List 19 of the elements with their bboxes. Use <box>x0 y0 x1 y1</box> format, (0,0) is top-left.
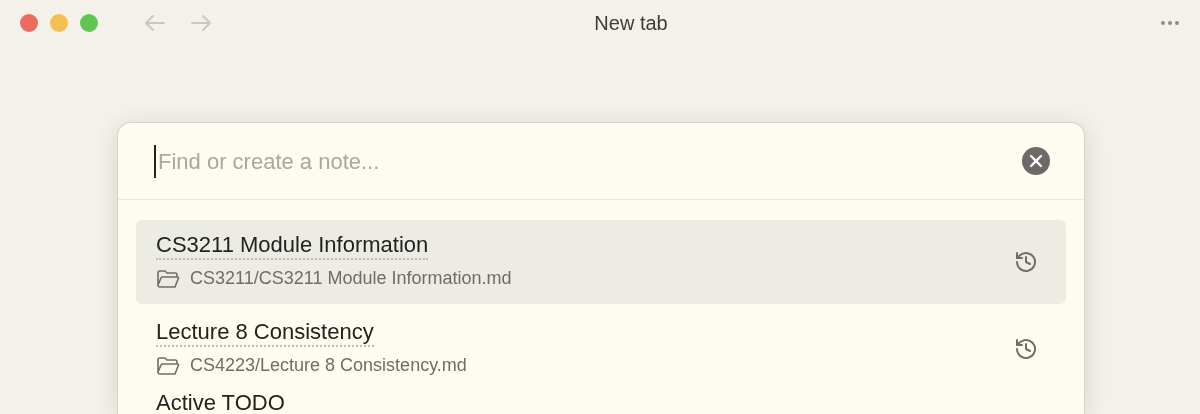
note-title: CS3211 Module Information <box>156 232 429 260</box>
more-options-icon[interactable] <box>1160 19 1180 26</box>
note-title: Lecture 8 Consistency <box>156 319 374 347</box>
minimize-window-button[interactable] <box>50 13 68 32</box>
history-icon[interactable] <box>1014 250 1038 274</box>
search-result-item[interactable]: CS3211 Module Information CS3211/CS3211 Module Information.md <box>136 220 1066 304</box>
clear-search-icon[interactable] <box>1022 147 1050 175</box>
forward-arrow-icon[interactable] <box>190 13 212 32</box>
close-window-button[interactable] <box>20 13 38 32</box>
folder-icon <box>156 268 180 289</box>
history-icon[interactable] <box>1014 337 1038 361</box>
search-field[interactable]: Find or create a note... <box>154 144 1022 178</box>
maximize-window-button[interactable] <box>80 13 98 32</box>
search-result-item[interactable]: Lecture 8 Consistency CS4223/Lecture 8 Consistency.md <box>136 307 1066 391</box>
folder-icon <box>156 355 180 376</box>
note-path: CS4223/Lecture 8 Consistency.md <box>190 354 467 377</box>
note-path: CS3211/CS3211 Module Information.md <box>190 267 512 290</box>
window-title: New tab <box>594 10 668 36</box>
back-arrow-icon[interactable] <box>144 13 166 32</box>
